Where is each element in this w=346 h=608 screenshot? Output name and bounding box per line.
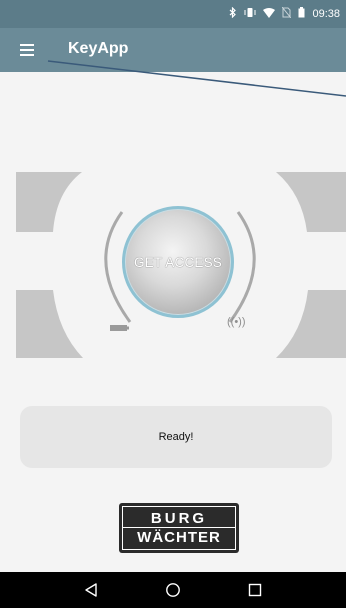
get-access-label: GET ACCESS — [133, 254, 223, 270]
battery-icon — [110, 319, 130, 337]
wifi-icon — [263, 7, 276, 21]
panel-shape-top-right — [276, 172, 346, 232]
app-title: KeyApp — [68, 40, 129, 57]
panel-shape-bottom-left — [16, 290, 83, 358]
recents-icon[interactable] — [243, 578, 267, 602]
logo-line2: WÄCHTER — [137, 529, 221, 546]
battery-icon — [298, 7, 305, 21]
clock: 09:38 — [312, 8, 340, 20]
app-bar: KeyApp — [0, 28, 346, 72]
get-access-button[interactable]: GET ACCESS — [122, 206, 234, 318]
status-box: Ready! — [20, 406, 332, 468]
nav-bar — [0, 572, 346, 608]
status-bar: 09:38 — [0, 0, 346, 28]
panel-shape-top-left — [16, 172, 82, 232]
logo-line1: BURG — [123, 511, 235, 528]
back-icon[interactable] — [79, 578, 103, 602]
panel-shape-bottom-right — [276, 290, 346, 358]
hamburger-menu-icon[interactable] — [20, 40, 42, 60]
wireless-signal-icon: ((•)) — [227, 316, 246, 328]
burg-waechter-logo: BURG WÄCHTER — [119, 503, 239, 553]
status-text: Ready! — [158, 431, 194, 443]
home-icon[interactable] — [161, 578, 185, 602]
no-sim-icon — [282, 6, 292, 21]
vibrate-icon — [244, 7, 256, 21]
bluetooth-icon — [229, 6, 237, 21]
